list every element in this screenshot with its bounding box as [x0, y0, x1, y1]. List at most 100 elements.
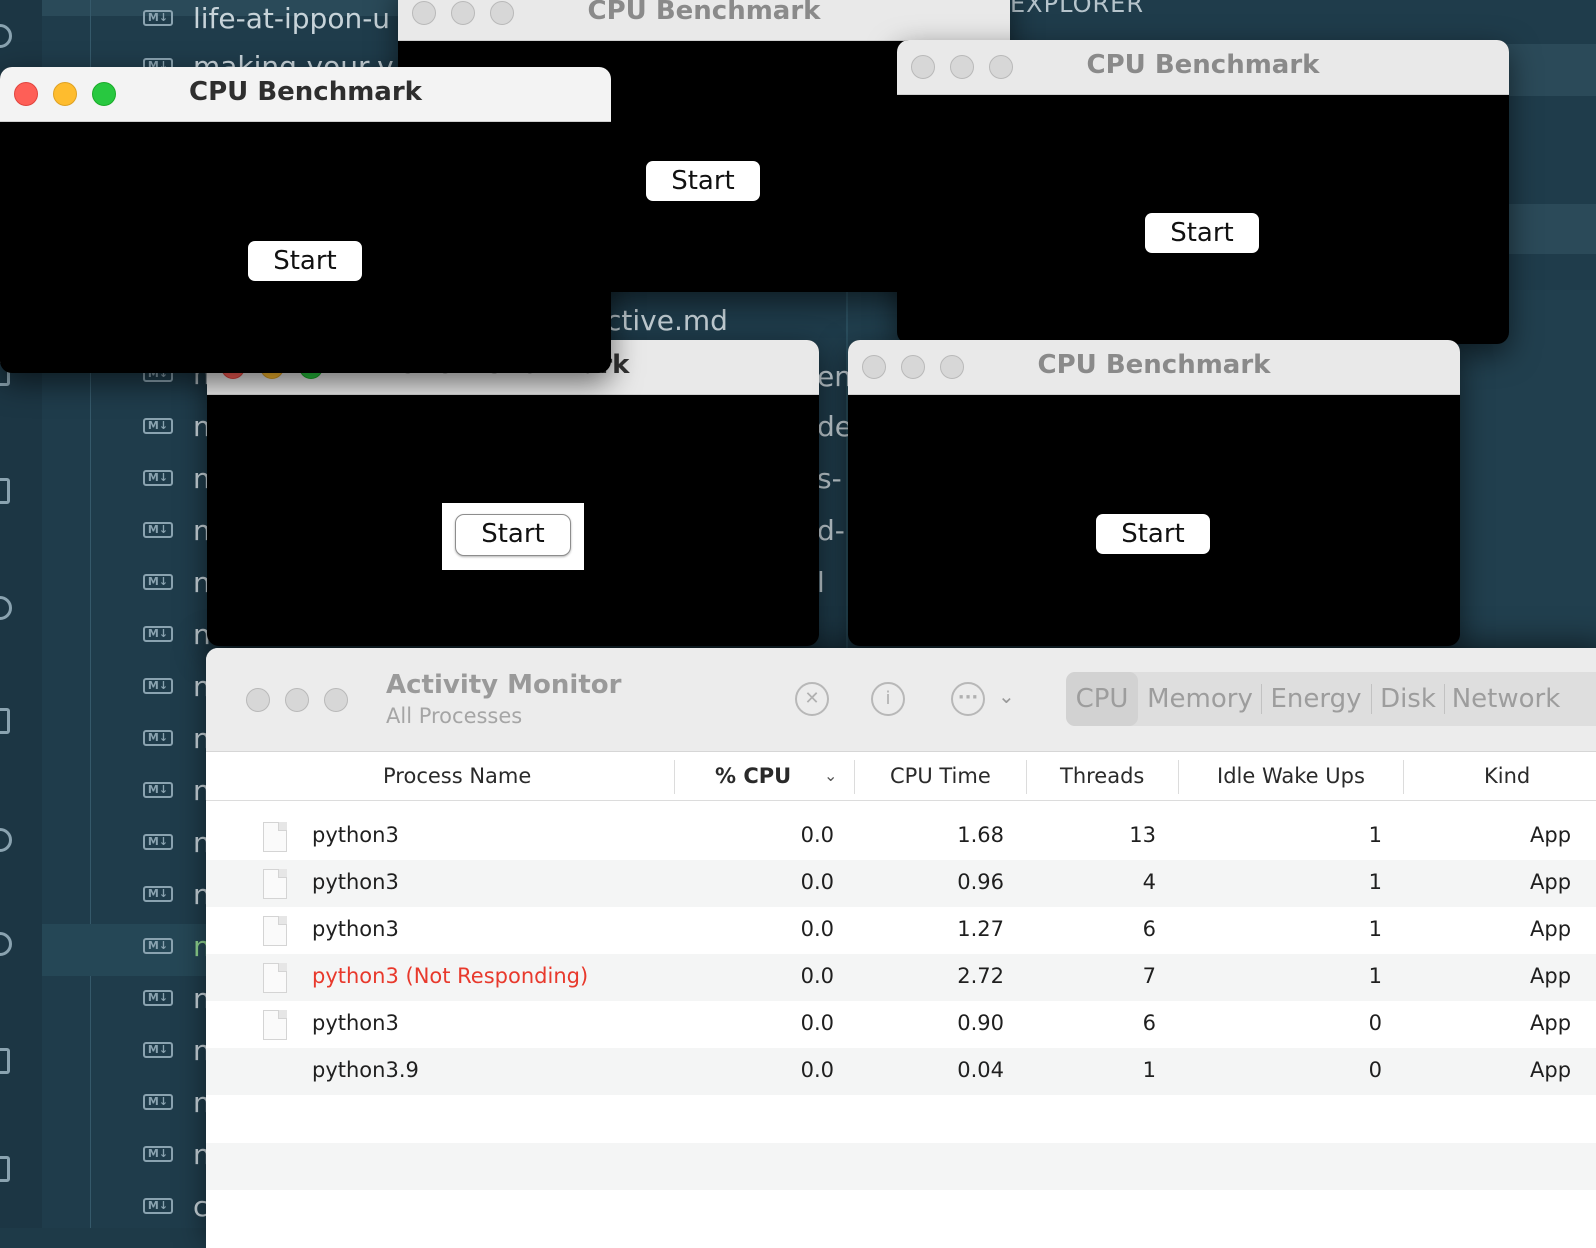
more-actions-icon[interactable]: ···: [951, 682, 985, 716]
window-title: Activity Monitor: [386, 670, 622, 700]
process-name-cell: python3: [312, 917, 399, 941]
column-process-name[interactable]: Process Name: [383, 764, 531, 788]
explorer-file-row[interactable]: M↓ n: [143, 768, 213, 820]
empty-row: [206, 1095, 1596, 1142]
explorer-file-row[interactable]: M↓ n: [143, 508, 213, 560]
benchmark-titlebar[interactable]: CPU Benchmark: [398, 0, 1010, 41]
threads-cell: 7: [1142, 964, 1156, 988]
kind-cell: App: [1530, 917, 1572, 941]
explorer-file-row[interactable]: M↓ c: [143, 1184, 213, 1236]
column-cpu-percent[interactable]: % CPU: [715, 764, 791, 788]
explorer-file-row[interactable]: M↓ n: [143, 456, 213, 508]
cpu-time-cell: 0.96: [957, 870, 1004, 894]
activity-monitor-window: Activity Monitor All Processes ✕ i ··· ⌄…: [206, 648, 1596, 1248]
markdown-icon: M↓: [143, 1042, 173, 1058]
markdown-icon: M↓: [143, 1094, 173, 1110]
document-icon: [263, 916, 287, 946]
table-row[interactable]: python3.9 0.0 0.04 1 0 App: [206, 1048, 1596, 1095]
explorer-file-row[interactable]: M↓ n: [143, 716, 213, 768]
idle-wake-ups-cell: 1: [1368, 917, 1382, 941]
zoom-button[interactable]: [324, 688, 348, 712]
tab-network[interactable]: Network: [1446, 672, 1566, 726]
explorer-file-row[interactable]: M↓ n: [143, 560, 213, 612]
markdown-icon: M↓: [143, 730, 173, 746]
cpu-time-cell: 0.04: [957, 1058, 1004, 1082]
markdown-icon: M↓: [143, 1146, 173, 1162]
cpu-percent-cell: 0.0: [800, 917, 834, 941]
tab-memory[interactable]: Memory: [1140, 672, 1260, 726]
window-title: CPU Benchmark: [189, 77, 422, 107]
cpu-percent-cell: 0.0: [800, 1011, 834, 1035]
markdown-icon: M↓: [143, 886, 173, 902]
cpu-time-cell: 1.68: [957, 823, 1004, 847]
markdown-icon: M↓: [143, 574, 173, 590]
explorer-file-row[interactable]: M↓ n: [143, 1080, 213, 1132]
document-icon: [263, 1010, 287, 1040]
tab-cpu[interactable]: CPU: [1066, 672, 1138, 726]
explorer-file-row[interactable]: M↓ n: [143, 1028, 213, 1080]
explorer-file-row[interactable]: M↓ n: [143, 664, 213, 716]
explorer-file-row[interactable]: M↓ n: [143, 404, 213, 456]
explorer-file-row[interactable]: M↓ life-at-ippon-u: [143, 0, 390, 48]
cpu-percent-cell: 0.0: [800, 964, 834, 988]
benchmark-titlebar[interactable]: CPU Benchmark: [897, 40, 1509, 95]
column-divider: [1403, 760, 1404, 794]
column-kind[interactable]: Kind: [1484, 764, 1530, 788]
activity-icon[interactable]: [0, 596, 12, 620]
tab-disk[interactable]: Disk: [1372, 672, 1444, 726]
table-header: Process Name % CPU ⌄ CPU Time Threads Id…: [206, 752, 1596, 801]
minimize-button[interactable]: [285, 688, 309, 712]
chevron-down-icon[interactable]: ⌄: [998, 684, 1015, 708]
markdown-icon: M↓: [143, 470, 173, 486]
explorer-file-row-active[interactable]: M↓ n: [42, 924, 212, 976]
activity-icon[interactable]: [0, 478, 10, 504]
start-button[interactable]: Start: [1096, 514, 1210, 554]
table-row[interactable]: python3 0.0 1.27 6 1 App: [206, 907, 1596, 954]
explorer-file-row[interactable]: M↓ n: [143, 820, 213, 872]
column-divider: [1026, 760, 1027, 794]
start-button[interactable]: Start: [455, 514, 571, 556]
table-row[interactable]: python3 0.0 0.90 6 0 App: [206, 1001, 1596, 1048]
process-name-cell: python3.9: [312, 1058, 419, 1082]
start-button[interactable]: Start: [1145, 213, 1259, 253]
threads-cell: 4: [1142, 870, 1156, 894]
start-button[interactable]: Start: [248, 241, 362, 281]
markdown-icon: M↓: [143, 834, 173, 850]
activity-icon[interactable]: [0, 828, 12, 852]
column-cpu-time[interactable]: CPU Time: [890, 764, 991, 788]
info-icon[interactable]: i: [871, 682, 905, 716]
kind-cell: App: [1530, 964, 1572, 988]
explorer-title: EXPLORER: [1010, 0, 1144, 18]
file-name: life-at-ippon-u: [193, 2, 391, 35]
activity-icon[interactable]: [0, 708, 10, 734]
explorer-file-row[interactable]: M↓ n: [143, 976, 213, 1028]
idle-wake-ups-cell: 1: [1368, 964, 1382, 988]
markdown-icon: M↓: [143, 522, 173, 538]
activity-icon[interactable]: [0, 932, 12, 956]
sort-chevron-icon: ⌄: [824, 766, 838, 785]
activity-icon[interactable]: [0, 1048, 10, 1074]
stop-process-icon[interactable]: ✕: [795, 682, 829, 716]
idle-wake-ups-cell: 1: [1368, 870, 1382, 894]
column-idle-wake-ups[interactable]: Idle Wake Ups: [1217, 764, 1365, 788]
activity-icon[interactable]: [0, 1156, 10, 1182]
kind-cell: App: [1530, 823, 1572, 847]
close-button[interactable]: [246, 688, 270, 712]
idle-wake-ups-cell: 1: [1368, 823, 1382, 847]
table-row[interactable]: python3 0.0 1.68 13 1 App: [206, 813, 1596, 860]
markdown-icon: M↓: [143, 678, 173, 694]
table-row[interactable]: python3 (Not Responding) 0.0 2.72 7 1 App: [206, 954, 1596, 1001]
column-threads[interactable]: Threads: [1060, 764, 1144, 788]
benchmark-titlebar[interactable]: CPU Benchmark: [0, 67, 611, 122]
markdown-icon: M↓: [143, 938, 173, 954]
cpu-time-cell: 0.90: [957, 1011, 1004, 1035]
table-row[interactable]: python3 0.0 0.96 4 1 App: [206, 860, 1596, 907]
explorer-file-row[interactable]: M↓ n: [143, 612, 213, 664]
explorer-file-row[interactable]: M↓ n: [143, 1132, 213, 1184]
activity-icon[interactable]: [0, 24, 12, 48]
tab-energy[interactable]: Energy: [1262, 672, 1370, 726]
start-button[interactable]: Start: [646, 161, 760, 201]
explorer-file-row[interactable]: M↓ n: [143, 872, 213, 924]
benchmark-titlebar[interactable]: CPU Benchmark: [848, 340, 1460, 395]
markdown-icon: M↓: [143, 1198, 173, 1214]
